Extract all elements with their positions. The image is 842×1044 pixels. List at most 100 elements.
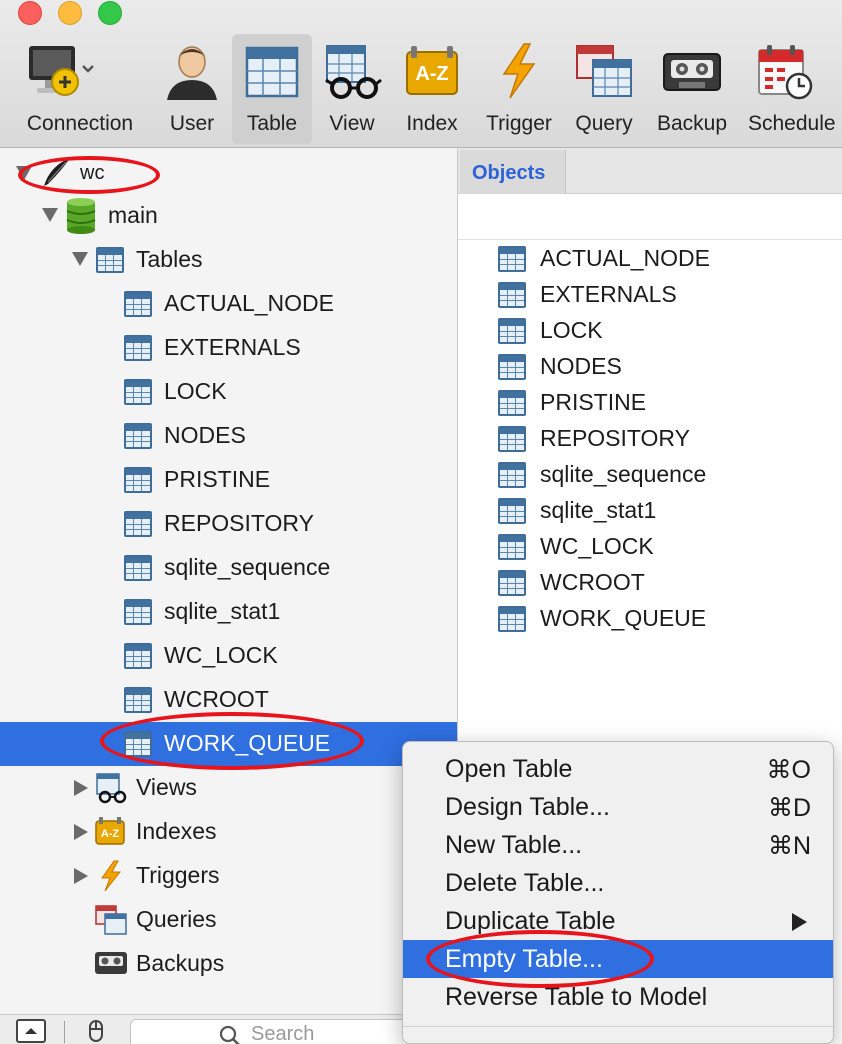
zoom-window-button[interactable] bbox=[98, 1, 122, 25]
table-icon bbox=[498, 282, 526, 308]
tree-table-item[interactable]: sqlite_sequence bbox=[0, 546, 457, 590]
table-icon bbox=[498, 390, 526, 416]
tree-group-views[interactable]: Views bbox=[0, 766, 457, 810]
tree-group-indexes[interactable]: A-Z Indexes bbox=[0, 810, 457, 854]
user-icon bbox=[167, 46, 217, 100]
queries-icon bbox=[95, 905, 127, 935]
disclosure-triangle-icon[interactable] bbox=[74, 780, 88, 796]
tree-table-item[interactable]: REPOSITORY bbox=[0, 502, 457, 546]
toolbar-backup-button[interactable]: Backup bbox=[650, 34, 734, 144]
toolbar-view-button[interactable]: View bbox=[318, 34, 386, 144]
disclosure-triangle-icon[interactable] bbox=[74, 824, 88, 840]
connection-tree: wc main Tables ACTUAL_NODE EXTERNALS LOC… bbox=[0, 148, 458, 1014]
menu-item-duplicate-table[interactable]: Duplicate Table bbox=[403, 902, 833, 940]
tree-table-item[interactable]: WCROOT bbox=[0, 678, 457, 722]
table-icon bbox=[124, 467, 152, 493]
table-item-label: PRISTINE bbox=[164, 466, 271, 492]
trigger-icon bbox=[502, 43, 536, 99]
tree-table-item[interactable]: ACTUAL_NODE bbox=[0, 282, 457, 326]
table-icon bbox=[498, 462, 526, 488]
tree-table-item[interactable]: sqlite_stat1 bbox=[0, 590, 457, 634]
tree-table-item[interactable]: WC_LOCK bbox=[0, 634, 457, 678]
table-icon bbox=[498, 498, 526, 524]
indexes-icon: A-Z bbox=[95, 817, 125, 845]
tree-table-item[interactable]: LOCK bbox=[0, 370, 457, 414]
tab-strip: Objects bbox=[458, 148, 842, 194]
divider bbox=[64, 1021, 65, 1043]
toolbar-user-button[interactable]: User bbox=[158, 34, 226, 144]
menu-item-open-table[interactable]: Open Table ⌘O bbox=[403, 750, 833, 788]
group-label: Triggers bbox=[136, 862, 220, 888]
menu-item-label: Design Table... bbox=[445, 793, 610, 821]
object-label: sqlite_sequence bbox=[540, 461, 707, 487]
toolbar-label: Trigger bbox=[486, 112, 552, 135]
toolbar-schedule-button[interactable]: Schedule bbox=[744, 34, 842, 144]
menu-item-label: New Table... bbox=[445, 831, 583, 859]
close-window-button[interactable] bbox=[18, 1, 42, 25]
tab-objects-label: Objects bbox=[472, 162, 546, 184]
toolbar-trigger-button[interactable]: Trigger bbox=[478, 34, 560, 144]
toolbar-label: Table bbox=[246, 112, 298, 135]
tree-group-triggers[interactable]: Triggers bbox=[0, 854, 457, 898]
tree-group-tables[interactable]: Tables bbox=[0, 238, 457, 282]
menu-item-empty-table[interactable]: Empty Table... bbox=[403, 940, 833, 978]
sidebar-bottom-bar: Search bbox=[0, 1014, 458, 1044]
tree-connection-wc[interactable]: wc bbox=[0, 152, 457, 196]
search-placeholder: Search bbox=[251, 1023, 315, 1044]
svg-text:A-Z: A-Z bbox=[415, 63, 448, 85]
table-icon bbox=[124, 423, 152, 449]
group-label: Queries bbox=[136, 906, 217, 932]
objects-toolbar bbox=[458, 194, 842, 240]
menu-item-shortcut: ⌘O bbox=[766, 756, 811, 784]
tree-group-queries[interactable]: Queries bbox=[0, 898, 457, 942]
menu-item-label: Duplicate Table bbox=[445, 907, 616, 935]
tree-table-item[interactable]: EXTERNALS bbox=[0, 326, 457, 370]
tree-group-backups[interactable]: Backups bbox=[0, 942, 457, 986]
backups-icon bbox=[95, 952, 127, 974]
tree-table-item[interactable]: NODES bbox=[0, 414, 457, 458]
menu-item-reverse-table-to-model[interactable]: Reverse Table to Model bbox=[403, 978, 833, 1016]
menu-item-design-table[interactable]: Design Table... ⌘D bbox=[403, 788, 833, 826]
tree-database-main[interactable]: main bbox=[0, 194, 457, 238]
object-label: NODES bbox=[540, 353, 622, 379]
disclosure-triangle-icon[interactable] bbox=[74, 868, 88, 884]
connection-label: wc bbox=[80, 162, 105, 184]
table-icon bbox=[498, 318, 526, 344]
toolbar-label: Schedule bbox=[748, 112, 836, 135]
disclosure-triangle-icon[interactable] bbox=[16, 166, 32, 180]
object-label: WORK_QUEUE bbox=[540, 605, 707, 631]
object-label: LOCK bbox=[540, 317, 603, 343]
disclosure-triangle-icon[interactable] bbox=[42, 208, 58, 222]
menu-item-shortcut: ⌘D bbox=[767, 794, 811, 822]
table-icon bbox=[96, 247, 124, 273]
tab-objects[interactable]: Objects bbox=[460, 150, 566, 194]
tree-table-item-selected[interactable]: WORK_QUEUE bbox=[0, 722, 457, 766]
toggle-panel-icon[interactable] bbox=[16, 1019, 46, 1043]
tables-group-label: Tables bbox=[136, 246, 203, 272]
table-icon bbox=[124, 335, 152, 361]
toolbar-label: Connection bbox=[26, 112, 134, 135]
table-icon bbox=[498, 606, 526, 632]
toolbar-table-button[interactable]: Table bbox=[232, 34, 312, 144]
toolbar-index-button[interactable]: A-Z Index bbox=[396, 34, 468, 144]
menu-item-delete-table[interactable]: Delete Table... bbox=[403, 864, 833, 902]
search-icon bbox=[219, 1025, 240, 1044]
connection-icon bbox=[29, 46, 94, 96]
toolbar-connection-button[interactable]: Connection bbox=[14, 34, 146, 144]
minimize-window-button[interactable] bbox=[58, 1, 82, 25]
table-icon bbox=[498, 426, 526, 452]
filter-icon[interactable] bbox=[86, 1019, 106, 1044]
main-toolbar: Connection User Table View A-Z Index Tri… bbox=[0, 0, 842, 148]
tree-table-item[interactable]: PRISTINE bbox=[0, 458, 457, 502]
disclosure-triangle-icon[interactable] bbox=[72, 252, 88, 266]
menu-separator bbox=[403, 1026, 833, 1027]
toolbar-label: Index bbox=[406, 112, 458, 135]
object-label: EXTERNALS bbox=[540, 281, 677, 307]
table-icon bbox=[124, 731, 152, 757]
group-label: Indexes bbox=[136, 818, 217, 844]
menu-item-new-table[interactable]: New Table... ⌘N bbox=[403, 826, 833, 864]
toolbar-query-button[interactable]: Query bbox=[568, 34, 640, 144]
triggers-icon bbox=[101, 860, 122, 892]
object-label: sqlite_stat1 bbox=[540, 497, 657, 523]
query-icon bbox=[576, 45, 632, 97]
